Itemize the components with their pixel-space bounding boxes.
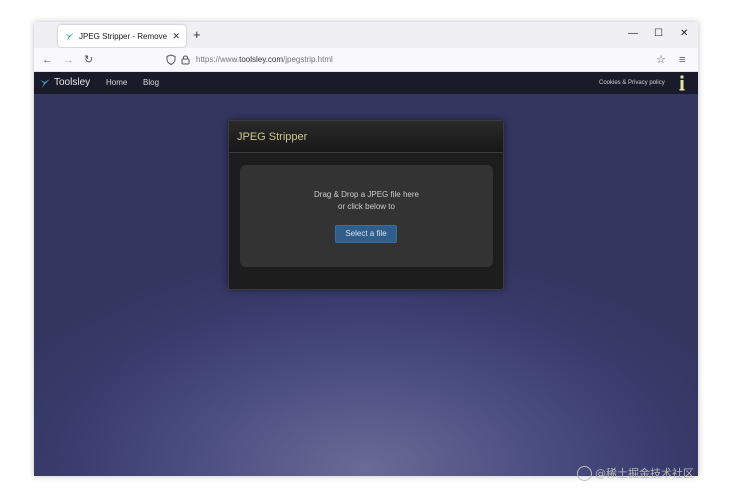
browser-tab[interactable]: JPEG Stripper - Remove metadata ✕ (58, 25, 186, 47)
close-window-icon[interactable]: ✕ (680, 28, 688, 40)
menu-icon[interactable]: ≡ (679, 53, 685, 67)
browser-toolbar: ← → ↻ https://www.toolsley.com/jpegstrip… (34, 48, 698, 72)
lock-icon[interactable] (181, 54, 190, 65)
toolsley-logo-icon (40, 79, 50, 88)
drop-instruction-line2: or click below to (338, 202, 395, 211)
cookies-privacy-link[interactable]: Cookies & Privacy policy (599, 78, 665, 88)
panel-header: JPEG Stripper (229, 121, 503, 153)
forward-icon[interactable]: → (63, 53, 74, 67)
watermark: @稀土掘金技术社区 (577, 466, 694, 481)
watermark-logo-icon (577, 466, 592, 481)
site-brand[interactable]: Toolsley (39, 76, 90, 90)
tab-bar: JPEG Stripper - Remove metadata ✕ + — ☐ … (34, 22, 698, 48)
browser-window: JPEG Stripper - Remove metadata ✕ + — ☐ … (34, 22, 698, 476)
drop-zone[interactable]: Drag & Drop a JPEG file here or click be… (240, 165, 493, 267)
url-text[interactable]: https://www.toolsley.com/jpegstrip.html (196, 54, 333, 66)
page-viewport: Toolsley Home Blog Cookies & Privacy pol… (34, 72, 698, 476)
minimize-icon[interactable]: — (628, 28, 638, 40)
drop-instruction-line1: Drag & Drop a JPEG file here (314, 190, 419, 199)
jpeg-stripper-panel: JPEG Stripper Drag & Drop a JPEG file he… (228, 120, 504, 290)
info-icon[interactable] (679, 75, 685, 91)
toolsley-bird-icon (64, 32, 75, 41)
site-navbar: Toolsley Home Blog Cookies & Privacy pol… (34, 72, 698, 94)
reload-icon[interactable]: ↻ (84, 53, 93, 67)
watermark-text: @稀土掘金技术社区 (595, 466, 694, 480)
panel-title: JPEG Stripper (237, 131, 308, 143)
new-tab-icon[interactable]: + (193, 27, 201, 43)
nav-blog-link[interactable]: Blog (143, 77, 159, 89)
maximize-icon[interactable]: ☐ (654, 28, 663, 40)
select-file-button[interactable]: Select a file (335, 225, 397, 243)
url-bar[interactable]: https://www.toolsley.com/jpegstrip.html (162, 51, 642, 69)
back-icon[interactable]: ← (42, 53, 53, 67)
tab-close-icon[interactable]: ✕ (172, 31, 180, 42)
brand-name: Toolsley (54, 77, 91, 88)
nav-home-link[interactable]: Home (106, 77, 127, 89)
bookmark-star-icon[interactable]: ☆ (656, 53, 666, 67)
tab-title: JPEG Stripper - Remove metadata (79, 31, 169, 41)
shield-icon[interactable] (166, 54, 176, 65)
